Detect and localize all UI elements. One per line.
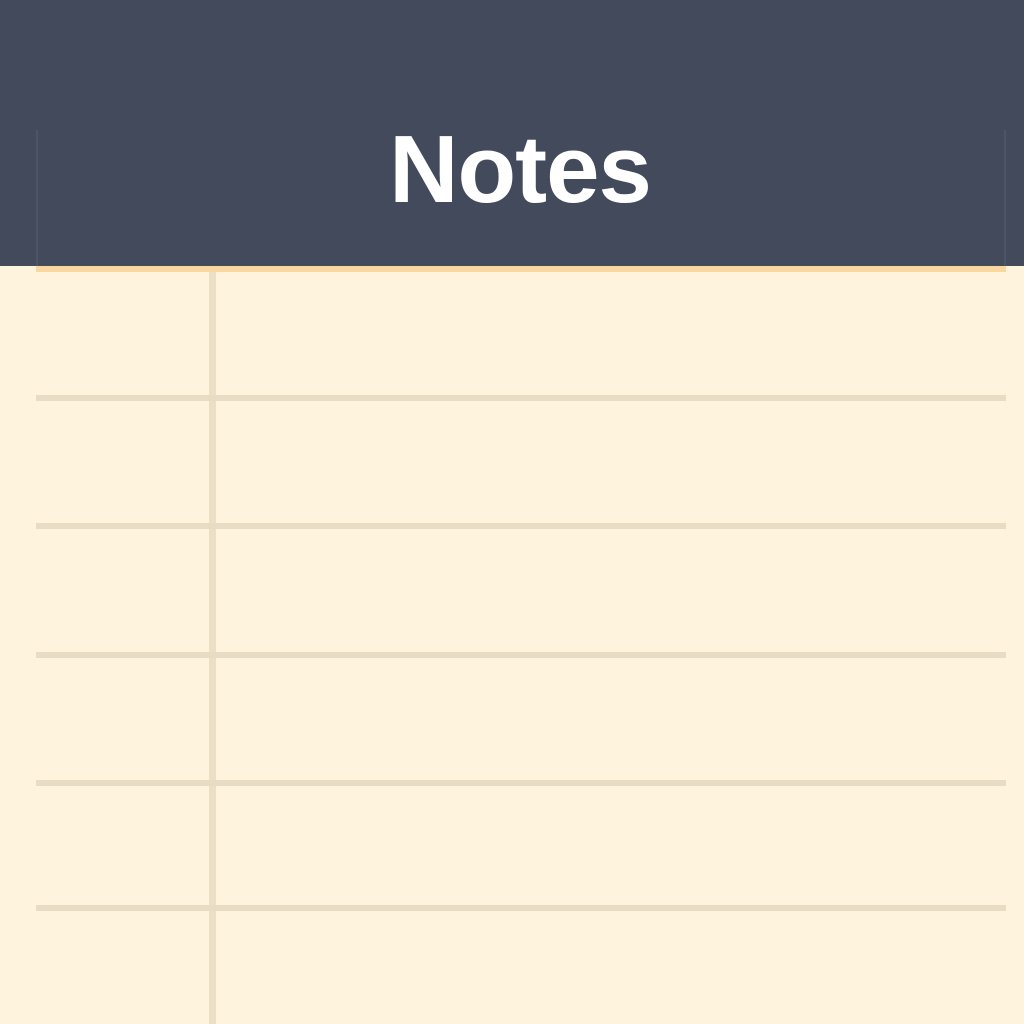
notepad-paper (0, 272, 1024, 1024)
paper-rule-line (36, 905, 1006, 911)
paper-rule-line (36, 780, 1006, 786)
paper-margin-line (209, 272, 216, 1024)
notes-app-icon: Notes (0, 0, 1024, 1024)
paper-rule-line (36, 395, 1006, 401)
notepad-header: Notes (0, 0, 1024, 266)
paper-rule-line (36, 523, 1006, 529)
app-title: Notes (389, 116, 652, 223)
paper-rule-line (36, 652, 1006, 658)
